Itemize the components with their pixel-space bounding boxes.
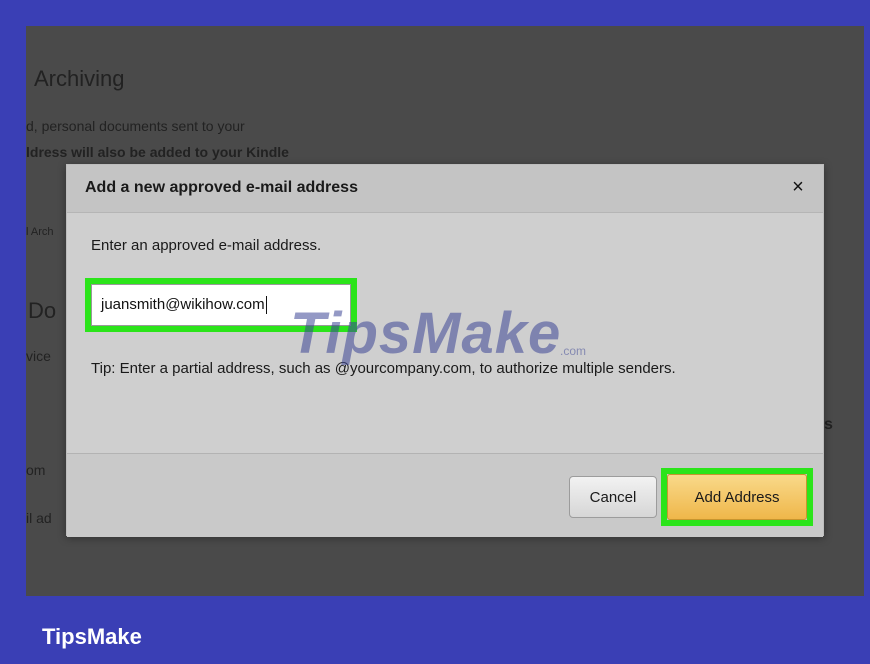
watermark-logo: TipsMake: [290, 301, 562, 366]
background-fragment: om: [26, 462, 46, 478]
dialog-title: Add a new approved e-mail address: [85, 179, 358, 196]
background-fragment: il ad: [26, 510, 52, 526]
dialog-header: Add a new approved e-mail address ×: [67, 165, 823, 213]
add-address-button[interactable]: Add Address: [667, 474, 807, 520]
brand-label: TipsMake: [42, 624, 142, 649]
email-prompt-label: Enter an approved e-mail address.: [91, 237, 322, 254]
background-line: d, personal documents sent to your: [26, 118, 245, 134]
background-heading: Archiving: [34, 66, 125, 91]
background-line: ldress will also be added to your Kindle: [26, 144, 289, 160]
text-cursor: [265, 296, 267, 315]
background-fragment: vice: [26, 348, 51, 364]
background-fragment: s: [824, 416, 833, 433]
background-fragment: Do: [28, 298, 57, 323]
watermark-suffix: .com: [560, 344, 587, 358]
dialog-footer: Cancel Add Address: [67, 453, 823, 537]
close-icon[interactable]: ×: [787, 176, 809, 198]
cancel-button[interactable]: Cancel: [569, 476, 657, 518]
email-input-value: juansmith@wikihow.com: [101, 296, 265, 313]
background-fragment: l Arch: [26, 226, 54, 238]
